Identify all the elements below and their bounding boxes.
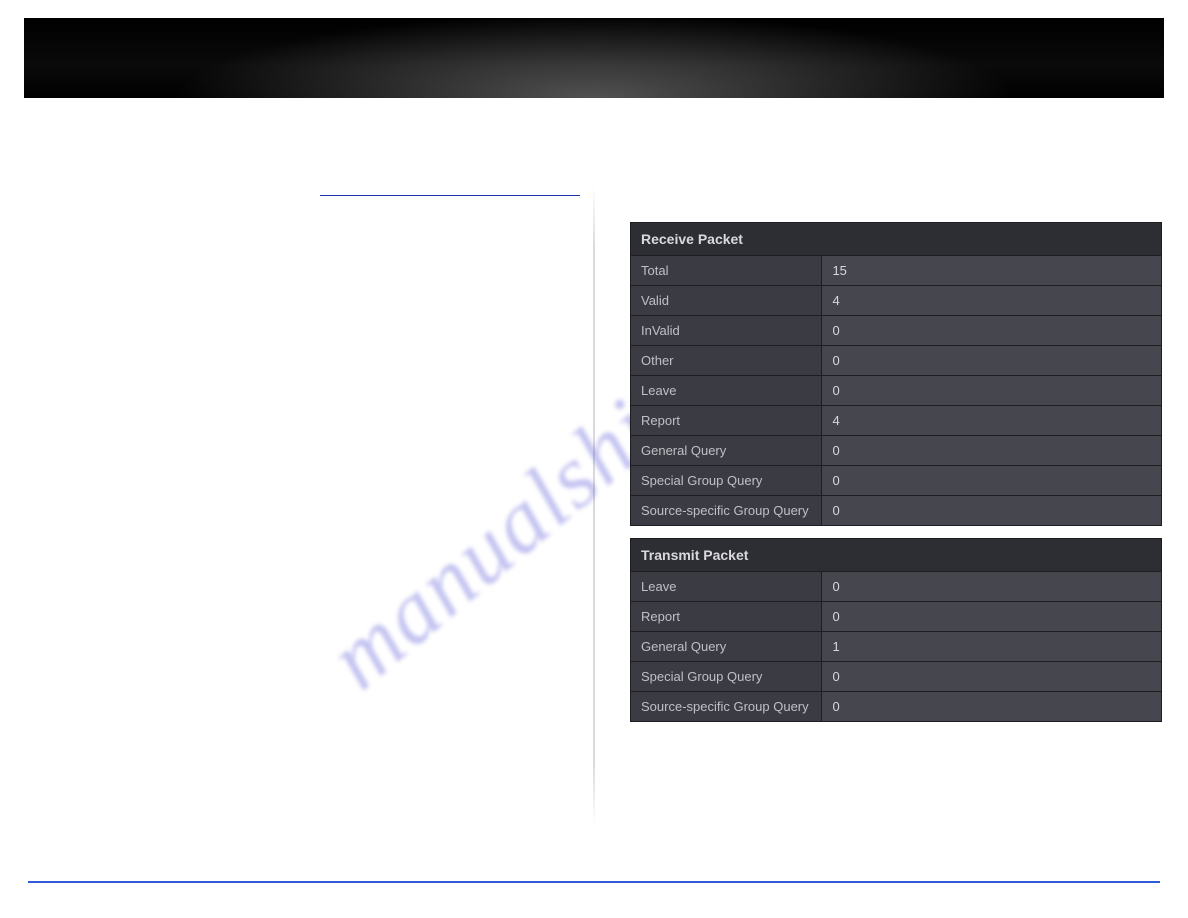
table-row: Source-specific Group Query 0 (631, 496, 1161, 525)
row-label: Total (631, 256, 821, 285)
transmit-packet-table: Transmit Packet Leave 0 Report 0 General… (630, 538, 1162, 722)
row-value: 0 (822, 466, 1161, 495)
stats-tables: Receive Packet Total 15 Valid 4 InValid … (630, 222, 1162, 722)
receive-title: Receive Packet (631, 223, 1161, 255)
heading-underline (320, 195, 580, 196)
table-row: Other 0 (631, 346, 1161, 375)
row-label: Other (631, 346, 821, 375)
table-row: Report 4 (631, 406, 1161, 435)
row-value: 0 (822, 692, 1161, 721)
table-row: Total 15 (631, 256, 1161, 285)
transmit-title: Transmit Packet (631, 539, 1161, 571)
table-row: Special Group Query 0 (631, 662, 1161, 691)
table-row: Report 0 (631, 602, 1161, 631)
row-label: InValid (631, 316, 821, 345)
table-row: Valid 4 (631, 286, 1161, 315)
receive-packet-table: Receive Packet Total 15 Valid 4 InValid … (630, 222, 1162, 526)
row-value: 0 (822, 316, 1161, 345)
row-value: 15 (822, 256, 1161, 285)
top-banner (24, 18, 1164, 98)
row-value: 4 (822, 406, 1161, 435)
row-value: 0 (822, 572, 1161, 601)
vertical-divider (593, 185, 595, 825)
row-label: Valid (631, 286, 821, 315)
bottom-rule (28, 881, 1160, 883)
row-label: Special Group Query (631, 662, 821, 691)
table-row: Leave 0 (631, 376, 1161, 405)
row-value: 0 (822, 496, 1161, 525)
row-label: Report (631, 406, 821, 435)
table-row: Leave 0 (631, 572, 1161, 601)
row-value: 0 (822, 602, 1161, 631)
row-label: General Query (631, 632, 821, 661)
table-row: General Query 0 (631, 436, 1161, 465)
row-label: Report (631, 602, 821, 631)
table-row: Special Group Query 0 (631, 466, 1161, 495)
row-value: 4 (822, 286, 1161, 315)
row-value: 0 (822, 436, 1161, 465)
row-label: Source-specific Group Query (631, 692, 821, 721)
row-value: 0 (822, 346, 1161, 375)
row-value: 1 (822, 632, 1161, 661)
row-label: Source-specific Group Query (631, 496, 821, 525)
row-label: Special Group Query (631, 466, 821, 495)
row-value: 0 (822, 662, 1161, 691)
table-row: Source-specific Group Query 0 (631, 692, 1161, 721)
row-label: Leave (631, 572, 821, 601)
row-label: General Query (631, 436, 821, 465)
left-area (320, 195, 580, 196)
row-value: 0 (822, 376, 1161, 405)
table-row: InValid 0 (631, 316, 1161, 345)
row-label: Leave (631, 376, 821, 405)
table-row: General Query 1 (631, 632, 1161, 661)
